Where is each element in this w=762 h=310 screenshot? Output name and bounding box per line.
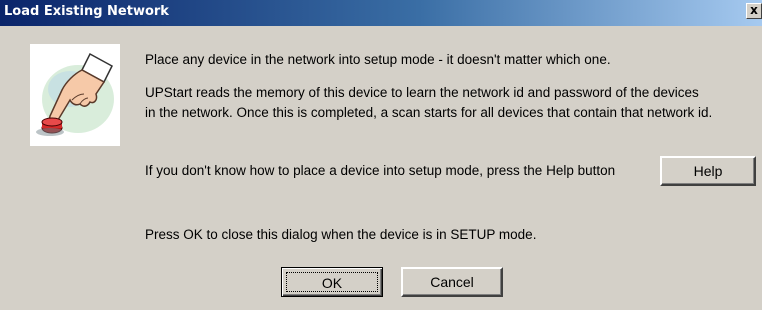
dialog-title: Load Existing Network xyxy=(4,4,169,19)
title-bar[interactable]: Load Existing Network x xyxy=(0,0,762,26)
ok-button-label: OK xyxy=(286,272,378,292)
pointing-hand-icon xyxy=(30,44,120,146)
cancel-button[interactable]: Cancel xyxy=(401,267,503,297)
instruction-text-2: UPStart reads the memory of this device … xyxy=(145,85,699,100)
close-icon: x xyxy=(750,3,758,17)
instruction-text-3: in the network. Once this is completed, … xyxy=(145,105,713,120)
help-instruction-text: If you don't know how to place a device … xyxy=(145,163,616,178)
instruction-text-1: Place any device in the network into set… xyxy=(145,52,611,67)
close-button[interactable]: x xyxy=(746,3,762,19)
ok-button[interactable]: OK xyxy=(281,267,383,297)
ok-instruction-text: Press OK to close this dialog when the d… xyxy=(145,227,537,242)
help-button[interactable]: Help xyxy=(660,156,756,186)
load-existing-network-dialog: Load Existing Network x Place any device… xyxy=(0,0,762,310)
